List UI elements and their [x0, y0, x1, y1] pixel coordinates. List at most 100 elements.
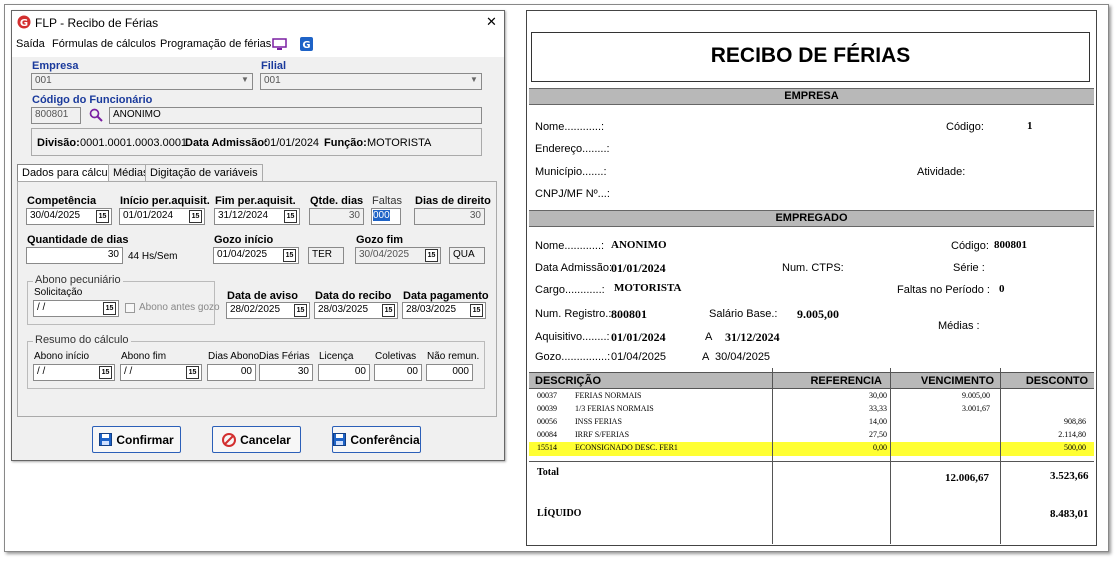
- receipt-title: RECIBO DE FÉRIAS: [710, 44, 911, 67]
- monitor-icon[interactable]: [272, 38, 287, 51]
- emp-cnpj-label: CNPJ/MF Nº...:: [535, 188, 610, 200]
- filial-select[interactable]: 001: [260, 73, 482, 90]
- aquisitivo-fim: 31/12/2024: [725, 330, 780, 344]
- qtd-dias-input[interactable]: 30: [26, 247, 123, 264]
- chevron-down-icon: ▼: [241, 75, 249, 84]
- dias-abono-input[interactable]: 00: [207, 364, 256, 381]
- calendar-icon[interactable]: 15: [99, 366, 112, 379]
- confirmar-label: Confirmar: [116, 432, 174, 447]
- calendar-icon[interactable]: 15: [283, 249, 296, 262]
- funcao-label: Função:: [324, 137, 367, 149]
- row-code: 00056: [537, 417, 557, 426]
- row-code: 00039: [537, 404, 557, 413]
- calendar-icon[interactable]: 15: [96, 210, 109, 223]
- fim-aquisit-label: Fim per.aquisit.: [215, 195, 296, 207]
- funcao-value: MOTORISTA: [367, 137, 432, 149]
- row-vencimento: 3.001,67: [962, 404, 990, 413]
- divisao-label: Divisão:: [37, 137, 80, 149]
- abono-antes-gozo-label: Abono antes gozo: [139, 302, 220, 313]
- emp-endereco-label: Endereço........:: [535, 143, 610, 155]
- menu-programacao[interactable]: Programação de férias: [160, 38, 271, 50]
- confirmar-button[interactable]: Confirmar: [92, 426, 181, 453]
- row-divider: [529, 461, 1094, 462]
- dias-direito-input[interactable]: 30: [414, 208, 485, 225]
- total-label: Total: [537, 467, 559, 478]
- dias-ferias-input[interactable]: 30: [259, 364, 313, 381]
- coletivas-label: Coletivas: [375, 351, 417, 362]
- row-desconto: 500,00: [1064, 443, 1086, 452]
- row-referencia: 33,33: [869, 404, 887, 413]
- divisao-value: 0001.0001.0003.0001: [80, 137, 188, 149]
- row-referencia: 30,00: [869, 391, 887, 400]
- cancelar-button[interactable]: Cancelar: [212, 426, 301, 453]
- row-description: INSS FERIAS: [575, 417, 622, 426]
- empresa-select[interactable]: 001: [31, 73, 253, 90]
- funcionario-code-input[interactable]: 800801: [31, 107, 81, 124]
- row-vencimento: 9.005,00: [962, 391, 990, 400]
- registro-label: Num. Registro.:: [535, 308, 612, 320]
- row-desconto: 908,86: [1064, 417, 1086, 426]
- calendar-icon[interactable]: 15: [294, 304, 307, 317]
- calendar-icon[interactable]: 15: [284, 210, 297, 223]
- licenca-label: Licença: [319, 351, 354, 362]
- admissao-label: Data Admissão:: [185, 137, 268, 149]
- row-description: ECONSIGNADO DESC. FER1: [575, 443, 678, 452]
- funcionario-name-input[interactable]: ANONIMO: [109, 107, 482, 124]
- app-g-icon[interactable]: G: [300, 37, 313, 51]
- col-divider: [1000, 368, 1001, 544]
- row-description: 1/3 FERIAS NORMAIS: [575, 404, 654, 413]
- emp-municipio-label: Município.......:: [535, 166, 607, 178]
- calendar-icon[interactable]: 15: [103, 302, 116, 315]
- menu-saida[interactable]: Saída: [16, 38, 45, 50]
- nao-remun-label: Não remun.: [427, 351, 480, 362]
- row-referencia: 0,00: [873, 443, 887, 452]
- e-nome-value: ANONIMO: [611, 239, 667, 251]
- empregado-section: EMPREGADO: [529, 210, 1094, 227]
- faltas-input[interactable]: 000: [371, 208, 401, 225]
- admissao-value: 01/01/2024: [611, 261, 666, 275]
- solicitacao-label: Solicitação: [34, 287, 83, 298]
- inicio-aquisit-label: Início per.aquisit.: [120, 195, 210, 207]
- svg-text:G: G: [302, 40, 310, 51]
- dias-abono-label: Dias Abono: [208, 351, 260, 362]
- menu-bar: Saída Fórmulas de cálculos Programação d…: [12, 35, 504, 57]
- tab-dados-calculo[interactable]: Dados para cálculo: [17, 164, 122, 182]
- row-description: IRRF S/FERIAS: [575, 430, 630, 439]
- menu-formulas[interactable]: Fórmulas de cálculos: [52, 38, 156, 50]
- liquido-label: LÍQUIDO: [537, 508, 582, 519]
- abono-antes-gozo-checkbox[interactable]: [125, 303, 135, 313]
- salario-value: 9.005,00: [797, 307, 839, 321]
- coletivas-input[interactable]: 00: [374, 364, 422, 381]
- aquisitivo-a: A: [705, 331, 713, 343]
- tab-variaveis[interactable]: Digitação de variáveis: [145, 164, 263, 182]
- calendar-icon[interactable]: 15: [470, 304, 483, 317]
- cargo-label: Cargo............:: [535, 284, 605, 296]
- aquisitivo-label: Aquisitivo........:: [535, 331, 610, 343]
- calendar-icon[interactable]: 15: [425, 249, 438, 262]
- salario-label: Salário Base.:: [709, 308, 778, 320]
- qtde-dias-label: Qtde. dias: [310, 195, 364, 207]
- abono-inicio-label: Abono início: [34, 351, 90, 362]
- info-panel: Divisão: 0001.0001.0003.0001 Data Admiss…: [31, 128, 482, 156]
- calendar-icon[interactable]: 15: [382, 304, 395, 317]
- conferencia-button[interactable]: Conferência: [332, 426, 421, 453]
- emp-atividade-label: Atividade:: [917, 166, 966, 178]
- window-title: FLP - Recibo de Férias: [35, 16, 159, 30]
- row-desconto: 2.114,80: [1058, 430, 1086, 439]
- calendar-icon[interactable]: 15: [189, 210, 202, 223]
- col-divider: [890, 368, 891, 544]
- faltas-label: Faltas no Período :: [897, 284, 990, 296]
- close-icon[interactable]: ✕: [486, 14, 497, 30]
- calendar-icon[interactable]: 15: [186, 366, 199, 379]
- recibo-ferias-dialog: G FLP - Recibo de Férias ✕ Saída Fórmula…: [11, 10, 505, 461]
- abono-fim-label: Abono fim: [121, 351, 167, 362]
- search-icon[interactable]: [89, 108, 103, 122]
- ctps-label: Num. CTPS:: [782, 262, 844, 274]
- cargo-value: MOTORISTA: [614, 282, 682, 294]
- save-icon: [99, 433, 113, 446]
- app-logo-icon: G: [17, 15, 31, 29]
- licenca-input[interactable]: 00: [318, 364, 370, 381]
- qtde-dias-input[interactable]: 30: [309, 208, 364, 225]
- nao-remun-input[interactable]: 000: [426, 364, 473, 381]
- e-nome-label: Nome............:: [535, 240, 605, 252]
